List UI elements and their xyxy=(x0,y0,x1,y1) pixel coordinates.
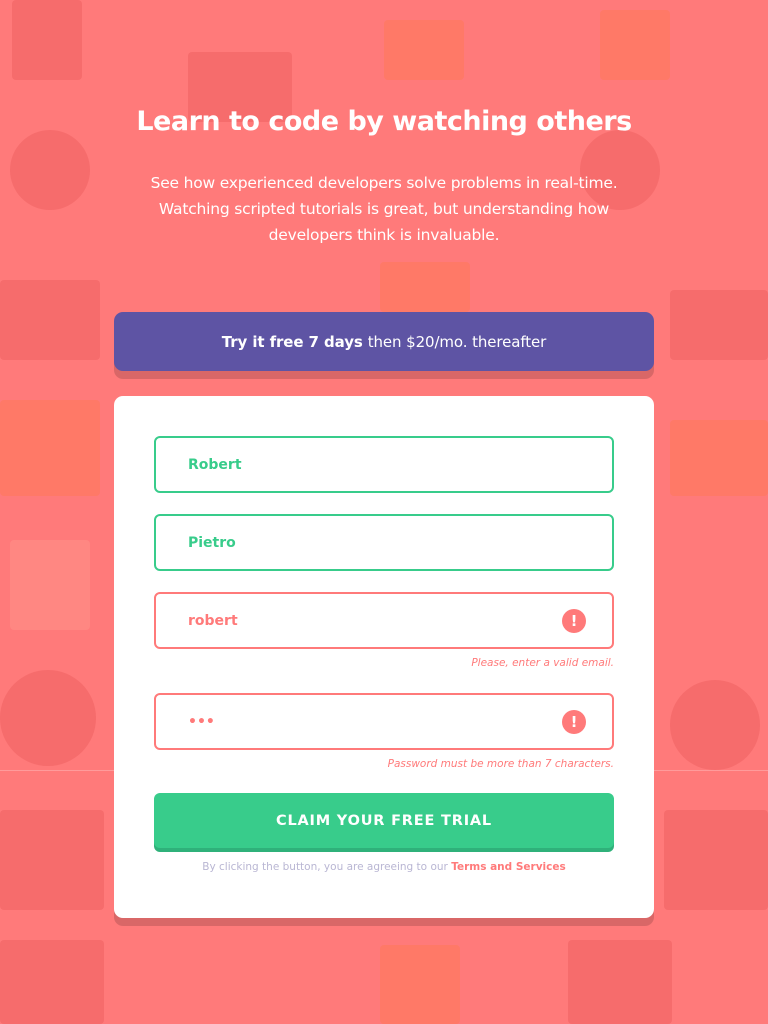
background-decoration xyxy=(10,540,90,630)
intro-text: See how experienced developers solve pro… xyxy=(150,174,618,244)
trial-banner-highlight: Try it free 7 days xyxy=(221,332,363,351)
trial-banner-price: then $20/mo. thereafter xyxy=(367,332,547,351)
background-decoration xyxy=(670,290,768,360)
terms-prefix: By clicking the button, you are agreeing… xyxy=(202,861,448,873)
background-decoration xyxy=(600,10,670,80)
background-decoration xyxy=(568,940,672,1024)
background-decoration xyxy=(670,680,760,770)
password-error-message: Password must be more than 7 characters. xyxy=(387,758,614,770)
email-value: robert xyxy=(188,612,238,629)
background-decoration xyxy=(664,810,768,910)
background-decoration xyxy=(0,810,104,910)
claim-trial-button[interactable]: Claim your free trial xyxy=(154,793,614,848)
last-name-field[interactable]: Pietro xyxy=(154,514,614,571)
background-decoration xyxy=(0,400,100,496)
background-decoration xyxy=(12,0,82,80)
email-error-message: Please, enter a valid email. xyxy=(471,657,614,669)
first-name-value: Robert xyxy=(188,456,242,473)
background-decoration xyxy=(384,20,464,80)
background-decoration xyxy=(380,262,470,312)
signup-form: Robert Pietro robert ! Please, enter a v… xyxy=(114,396,654,918)
email-field[interactable]: robert ! xyxy=(154,592,614,649)
trial-banner: Try it free 7 days then $20/mo. thereaft… xyxy=(114,312,654,371)
page-title: Learn to code by watching others xyxy=(136,106,632,137)
background-decoration xyxy=(0,940,104,1024)
background-decoration xyxy=(0,280,100,360)
terms-link[interactable]: Terms and Services xyxy=(451,861,566,873)
password-value: ••• xyxy=(188,713,215,730)
last-name-value: Pietro xyxy=(188,534,236,551)
password-field[interactable]: ••• ! xyxy=(154,693,614,750)
background-decoration xyxy=(380,945,460,1024)
error-icon: ! xyxy=(562,710,586,734)
background-decoration xyxy=(0,670,96,766)
background-decoration xyxy=(10,130,90,210)
error-icon: ! xyxy=(562,609,586,633)
background-decoration xyxy=(670,420,768,496)
terms-notice: By clicking the button, you are agreeing… xyxy=(114,861,654,873)
first-name-field[interactable]: Robert xyxy=(154,436,614,493)
